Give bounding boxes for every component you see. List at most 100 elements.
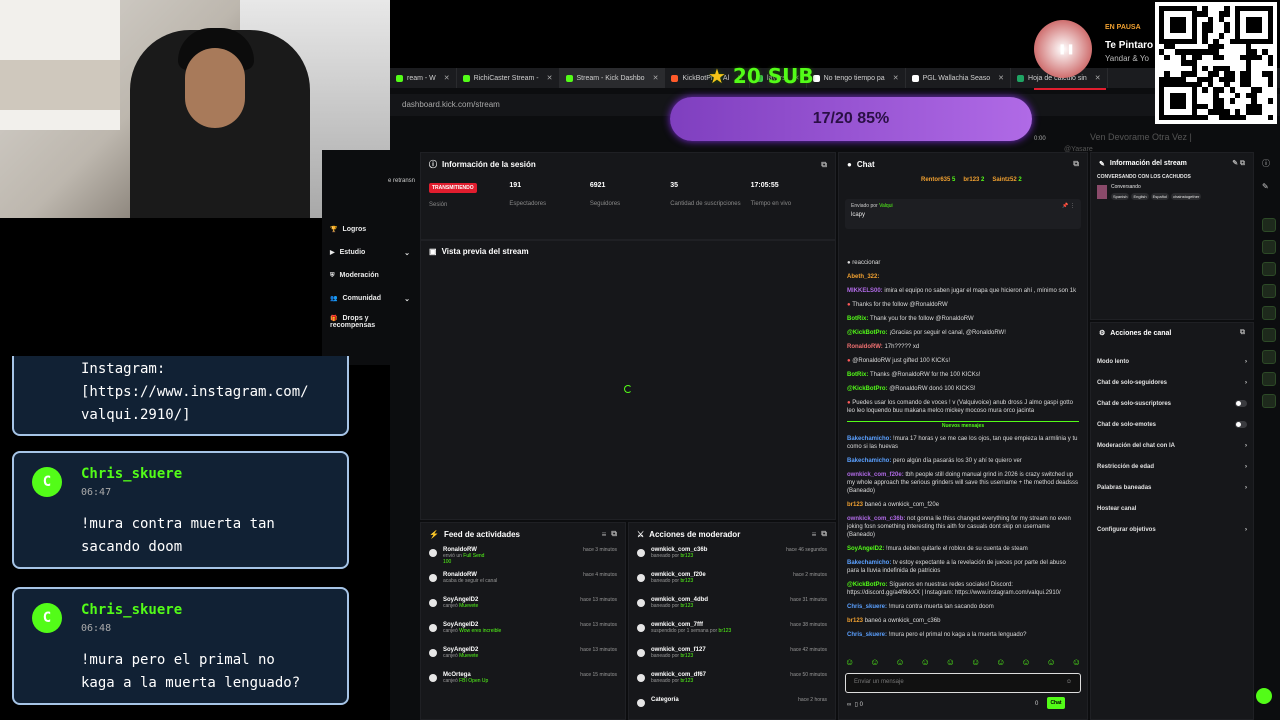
activity-action: canjeó FBI Open Up — [443, 678, 489, 684]
mod-action-row[interactable]: ownkick_com_4dbd baneado por br123 hace 31… — [629, 595, 835, 620]
sidebar-item[interactable]: ⛨ Moderación — [322, 264, 420, 287]
mod-action-row[interactable]: ownkick_com_f20e baneado por br123 hace 2 … — [629, 570, 835, 595]
sidebar-item[interactable]: 🏆 Logros — [322, 218, 420, 241]
stream-tag[interactable]: Spanish — [1111, 193, 1130, 200]
qr-module — [1180, 27, 1187, 34]
close-icon[interactable]: ✕ — [444, 74, 450, 82]
stream-tag[interactable]: Español — [1150, 193, 1170, 200]
side-tool-icon[interactable] — [1262, 350, 1276, 364]
browser-tab[interactable]: ream - W ✕ — [390, 68, 457, 88]
side-tool-icon[interactable] — [1262, 394, 1276, 408]
settings-icon: ⚙ — [1099, 330, 1106, 337]
qr-module — [1240, 114, 1246, 121]
activity-row[interactable]: SoyAngelD2 canjeó Muevete hace 13 minutos — [421, 645, 625, 670]
channel-action-label: Restricción de edad — [1097, 463, 1155, 470]
popout-icon[interactable]: ⧉ — [1240, 329, 1245, 337]
activity-action: acaba de seguir el canal — [443, 578, 498, 584]
close-icon[interactable]: ✕ — [547, 74, 553, 82]
activity-row[interactable]: RonaldoRW envió un Full Send 100 hace 3 min… — [421, 545, 625, 570]
qr-module — [1164, 54, 1170, 61]
mod-action-row[interactable]: ownkick_com_df67 baneado por br123 hace 50… — [629, 670, 835, 695]
sidebar-item[interactable]: 👥 Comunidad ⌄ — [322, 287, 420, 310]
popout-icon[interactable]: ⧉ — [611, 529, 617, 539]
toggle-switch[interactable] — [1235, 400, 1247, 407]
mod-action-row[interactable]: Categoría hace 2 horas — [629, 695, 835, 720]
side-tool-icon[interactable] — [1262, 284, 1276, 298]
browser-tab[interactable]: Stream - Kick Dashbo ✕ — [559, 68, 666, 88]
stream-tag[interactable]: chainstogether — [1171, 193, 1202, 200]
chevron-right-icon[interactable]: › — [1245, 464, 1247, 470]
side-tool-icon[interactable] — [1262, 262, 1276, 276]
mod-action-row[interactable]: ownkick_com_f127 baneado por br123 hace 42… — [629, 645, 835, 670]
browser-tab[interactable]: RichiCaster Stream - ✕ — [457, 68, 560, 88]
sidebar-item[interactable]: ▶ Estudio ⌄ — [322, 241, 420, 264]
filter-icon[interactable]: ≡ — [602, 530, 607, 539]
edit-icon[interactable]: ✎ ⧉ — [1232, 159, 1245, 168]
chevron-right-icon[interactable]: › — [1245, 359, 1247, 365]
session-stat: 6921 Seguidores — [588, 176, 668, 214]
pinned-message[interactable]: Enviado por Valqui 📌 ⋮ lcapy — [845, 199, 1081, 229]
chat-text: reaccionar — [852, 260, 881, 266]
stat-label: Sesión — [429, 202, 448, 208]
popout-icon[interactable]: ⧉ — [821, 529, 827, 539]
side-tool-icon[interactable] — [1262, 240, 1276, 254]
chevron-down-icon[interactable]: ⌄ — [404, 249, 410, 257]
help-icon[interactable] — [1256, 688, 1272, 704]
chat-message: Bakechamicho: !mura 17 horas y se me cae… — [847, 435, 1079, 451]
chat-message: ● reaccionar — [847, 259, 1079, 267]
filter-icon[interactable]: ≡ — [812, 530, 817, 539]
chat-text: 17h????? xd — [884, 344, 920, 350]
activity-row[interactable]: McOrtega canjeó FBI Open Up hace 15 minuto… — [421, 670, 625, 695]
browser-tab[interactable]: PGL Wallachia Seaso ✕ — [906, 68, 1012, 88]
toggle-switch[interactable] — [1235, 421, 1247, 428]
channel-action-item[interactable]: Configurar objetivos › — [1091, 519, 1253, 540]
activity-row[interactable]: SoyAngelD2 canjeó Wow eres increible hace … — [421, 620, 625, 645]
chevron-down-icon[interactable]: ⌄ — [404, 295, 410, 303]
close-icon[interactable]: ✕ — [998, 74, 1004, 82]
sidebar-item[interactable]: 🎁 Drops y recompensas — [322, 310, 420, 333]
chat-username: BotRix: — [847, 316, 870, 322]
qr-module — [1267, 82, 1274, 88]
activity-icon — [429, 574, 437, 582]
pin-icon[interactable]: 📌 ⋮ — [1062, 203, 1075, 209]
side-tool-icon[interactable] — [1262, 306, 1276, 320]
channel-action-item[interactable]: Chat de solo-suscriptores — [1091, 393, 1253, 414]
browser-tab[interactable]: No tengo tiempo pa ✕ — [807, 68, 906, 88]
chat-input[interactable]: Enviar un mensaje ☺ — [845, 673, 1081, 693]
channel-action-item[interactable]: Restricción de edad › — [1091, 456, 1253, 477]
side-tool-icon[interactable] — [1262, 328, 1276, 342]
activity-row[interactable]: RonaldoRW acaba de seguir el canal hace 4… — [421, 570, 625, 595]
chevron-right-icon[interactable]: › — [1245, 443, 1247, 449]
chevron-right-icon[interactable]: › — [1245, 485, 1247, 491]
close-icon[interactable]: ✕ — [893, 74, 899, 82]
close-icon[interactable]: ✕ — [653, 74, 659, 82]
popout-icon[interactable]: ⧉ — [1073, 159, 1079, 169]
channel-action-item[interactable]: Chat de solo-emotes — [1091, 414, 1253, 435]
info-icon[interactable]: ⓘ — [1262, 158, 1270, 169]
popout-icon[interactable]: ⧉ — [821, 160, 827, 170]
video-icon: ▶ — [330, 250, 335, 256]
side-tool-icon[interactable] — [1262, 218, 1276, 232]
channel-action-item[interactable]: Chat de solo-seguidores › — [1091, 372, 1253, 393]
mod-action-row[interactable]: ownkick_com_c36b baneado por br123 hace 46… — [629, 545, 835, 570]
side-tool-icon[interactable] — [1262, 372, 1276, 386]
chevron-right-icon[interactable]: › — [1245, 527, 1247, 533]
channel-action-item[interactable]: Palabras baneadas › — [1091, 477, 1253, 498]
pencil-icon[interactable]: ✎ — [1262, 182, 1269, 191]
sidebar-partial-label: e retransn — [388, 178, 416, 184]
mod-target: Categoría — [651, 697, 679, 703]
activity-row[interactable]: SoyAngelD2 canjeó Muevete hace 13 minutos — [421, 595, 625, 620]
channel-action-item[interactable]: Modo lento › — [1091, 351, 1253, 372]
channel-action-item[interactable]: Moderación del chat con IA › — [1091, 435, 1253, 456]
emote-bar[interactable]: ☺ ☺ ☺ ☺ ☺ ☺ ☺ ☺ ☺ ☺ — [845, 657, 1081, 667]
mod-time: hace 50 minutos — [790, 672, 827, 678]
activity-time: hace 4 minutos — [583, 572, 617, 578]
stat-value: 6921 — [589, 182, 606, 189]
mod-action-row[interactable]: ownkick_com_7fff suspendido por 1 semana … — [629, 620, 835, 645]
stream-tag[interactable]: English — [1131, 193, 1149, 200]
chevron-right-icon[interactable]: › — [1245, 380, 1247, 386]
emoji-icon[interactable]: ☺ — [1066, 679, 1072, 685]
send-chat-button[interactable]: Chat — [1047, 697, 1065, 709]
channel-action-item[interactable]: Hostear canal — [1091, 498, 1253, 519]
activity-action: canjeó Muevete — [443, 603, 479, 609]
